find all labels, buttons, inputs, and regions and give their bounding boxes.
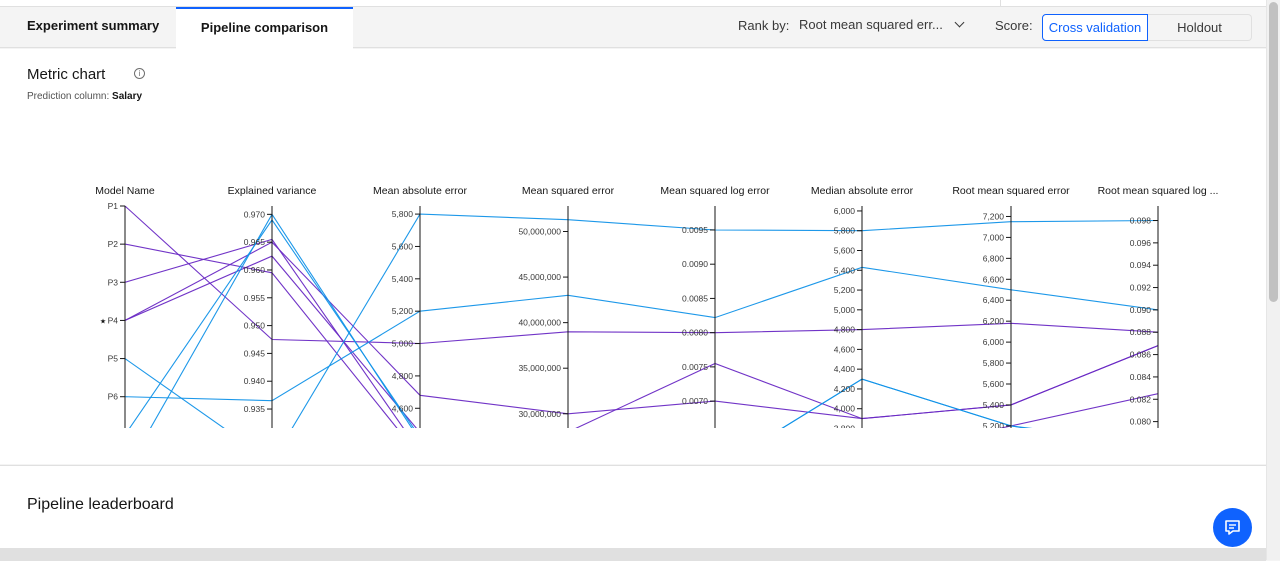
tick-label: 0.940 — [244, 376, 266, 386]
tick-label: 5,000 — [392, 339, 414, 349]
tick-label: 0.965 — [244, 237, 266, 247]
scrollbar-thumb[interactable] — [1269, 2, 1278, 302]
rank-by-dropdown[interactable]: Root mean squared err... — [799, 17, 965, 32]
tick-label: 6,600 — [983, 274, 1005, 284]
tick-label: 0.090 — [1130, 305, 1152, 315]
chevron-down-icon — [954, 17, 965, 28]
tick-label: 4,400 — [834, 364, 856, 374]
score-label: Score: — [995, 18, 1033, 33]
metric-chart-title: Metric chart — [27, 66, 106, 83]
tick-label: P2 — [108, 239, 119, 249]
tick-label: 0.0095 — [682, 225, 708, 235]
tick-label: 5,200 — [983, 421, 1005, 428]
tick-label: 0.970 — [244, 209, 266, 219]
tick-label: 4,800 — [834, 325, 856, 335]
tick-label: 0.082 — [1130, 394, 1152, 404]
tick-label: 0.950 — [244, 321, 266, 331]
axis-title: Model Name — [95, 185, 155, 197]
axis-title: Root mean squared log ... — [1098, 185, 1219, 197]
tick-label: 5,600 — [392, 241, 414, 251]
info-icon[interactable]: i — [134, 68, 145, 79]
tick-label: 4,200 — [834, 384, 856, 394]
tick-label: 45,000,000 — [518, 272, 561, 282]
tick-label: 5,800 — [392, 209, 414, 219]
tick-label: 40,000,000 — [518, 318, 561, 328]
metric-chart-panel: Metric chart i Prediction column: Salary… — [0, 49, 1266, 464]
tick-label: 0.0085 — [682, 293, 708, 303]
tick-label: 6,800 — [983, 253, 1005, 263]
tick-label: 5,400 — [834, 265, 856, 275]
tick-label: 0.0075 — [682, 362, 708, 372]
axis-title: Mean squared log error — [660, 185, 770, 197]
tick-label: 5,600 — [834, 246, 856, 256]
top-strip — [0, 0, 1280, 7]
chat-button[interactable] — [1213, 508, 1252, 547]
tick-label: 0.088 — [1130, 327, 1152, 337]
tick-label: 0.945 — [244, 348, 266, 358]
chat-icon — [1225, 520, 1240, 535]
tick-label: P5 — [108, 354, 119, 364]
tick-label: 0.960 — [244, 265, 266, 275]
parallel-coordinates-chart: Model NameP1P2P3P4★P5P6P7P8Explained var… — [95, 185, 1219, 429]
tick-label: 0.092 — [1130, 283, 1152, 293]
tick-label: P4 — [108, 315, 119, 325]
tab-pipeline-comparison[interactable]: Pipeline comparison — [176, 7, 353, 49]
tick-label: 0.096 — [1130, 238, 1152, 248]
tick-label: 4,600 — [834, 344, 856, 354]
tick-label: 0.0080 — [682, 328, 708, 338]
tick-label: 5,000 — [834, 305, 856, 315]
axis-title: Mean absolute error — [373, 185, 467, 197]
tick-label: 0.0090 — [682, 259, 708, 269]
tick-label: 0.955 — [244, 293, 266, 303]
tab-experiment-summary[interactable]: Experiment summary — [0, 7, 176, 48]
tick-label: 6,400 — [983, 295, 1005, 305]
tick-label: P3 — [108, 277, 119, 287]
tick-label: 0.935 — [244, 404, 266, 414]
tick-label: 5,400 — [392, 274, 414, 284]
tick-label: 5,200 — [834, 285, 856, 295]
tick-label: P1 — [108, 201, 119, 211]
tick-label: 5,400 — [983, 400, 1005, 410]
page-scrollbar[interactable] — [1266, 0, 1280, 560]
tick-label: 4,600 — [392, 403, 414, 413]
tick-label: 35,000,000 — [518, 363, 561, 373]
tick-label: 5,600 — [983, 379, 1005, 389]
pipeline-leaderboard-section: Pipeline leaderboard — [0, 465, 1266, 561]
tick-label: 5,200 — [392, 306, 414, 316]
tick-label: 30,000,000 — [518, 409, 561, 419]
leaderboard-table-header — [0, 548, 1266, 561]
tick-label: 3,800 — [834, 424, 856, 429]
best-pipeline-marker: ★ — [100, 317, 106, 325]
tab-bar: Experiment summary Pipeline comparison R… — [0, 7, 1266, 49]
tick-label: 0.098 — [1130, 216, 1152, 226]
tick-label: 7,200 — [983, 211, 1005, 221]
axis-title: Explained variance — [228, 185, 317, 197]
score-cross-validation-button[interactable]: Cross validation — [1042, 14, 1148, 41]
tick-label: 5,800 — [983, 358, 1005, 368]
tick-label: 0.084 — [1130, 372, 1152, 382]
tick-label: 7,000 — [983, 232, 1005, 242]
tick-label: 0.094 — [1130, 260, 1152, 270]
axis-title: Mean squared error — [522, 185, 615, 197]
series-line-4 — [124, 241, 1159, 420]
rank-by-label: Rank by: — [738, 18, 790, 33]
tick-label: 6,200 — [983, 316, 1005, 326]
tick-label: 6,000 — [983, 337, 1005, 347]
axis-title: Median absolute error — [811, 185, 914, 197]
tick-label: 6,000 — [834, 206, 856, 216]
tick-label: 4,800 — [392, 371, 414, 381]
tick-label: 50,000,000 — [518, 227, 561, 237]
rank-by-value: Root mean squared err... — [799, 17, 943, 32]
tick-label: 0.086 — [1130, 350, 1152, 360]
tick-label: 0.080 — [1130, 417, 1152, 427]
score-holdout-button[interactable]: Holdout — [1148, 14, 1252, 41]
pipeline-leaderboard-title: Pipeline leaderboard — [27, 496, 174, 513]
tick-label: 5,800 — [834, 226, 856, 236]
tick-label: 4,000 — [834, 404, 856, 414]
tick-label: P6 — [108, 392, 119, 402]
axis-title: Root mean squared error — [952, 185, 1070, 197]
tick-label: 0.0070 — [682, 396, 708, 406]
